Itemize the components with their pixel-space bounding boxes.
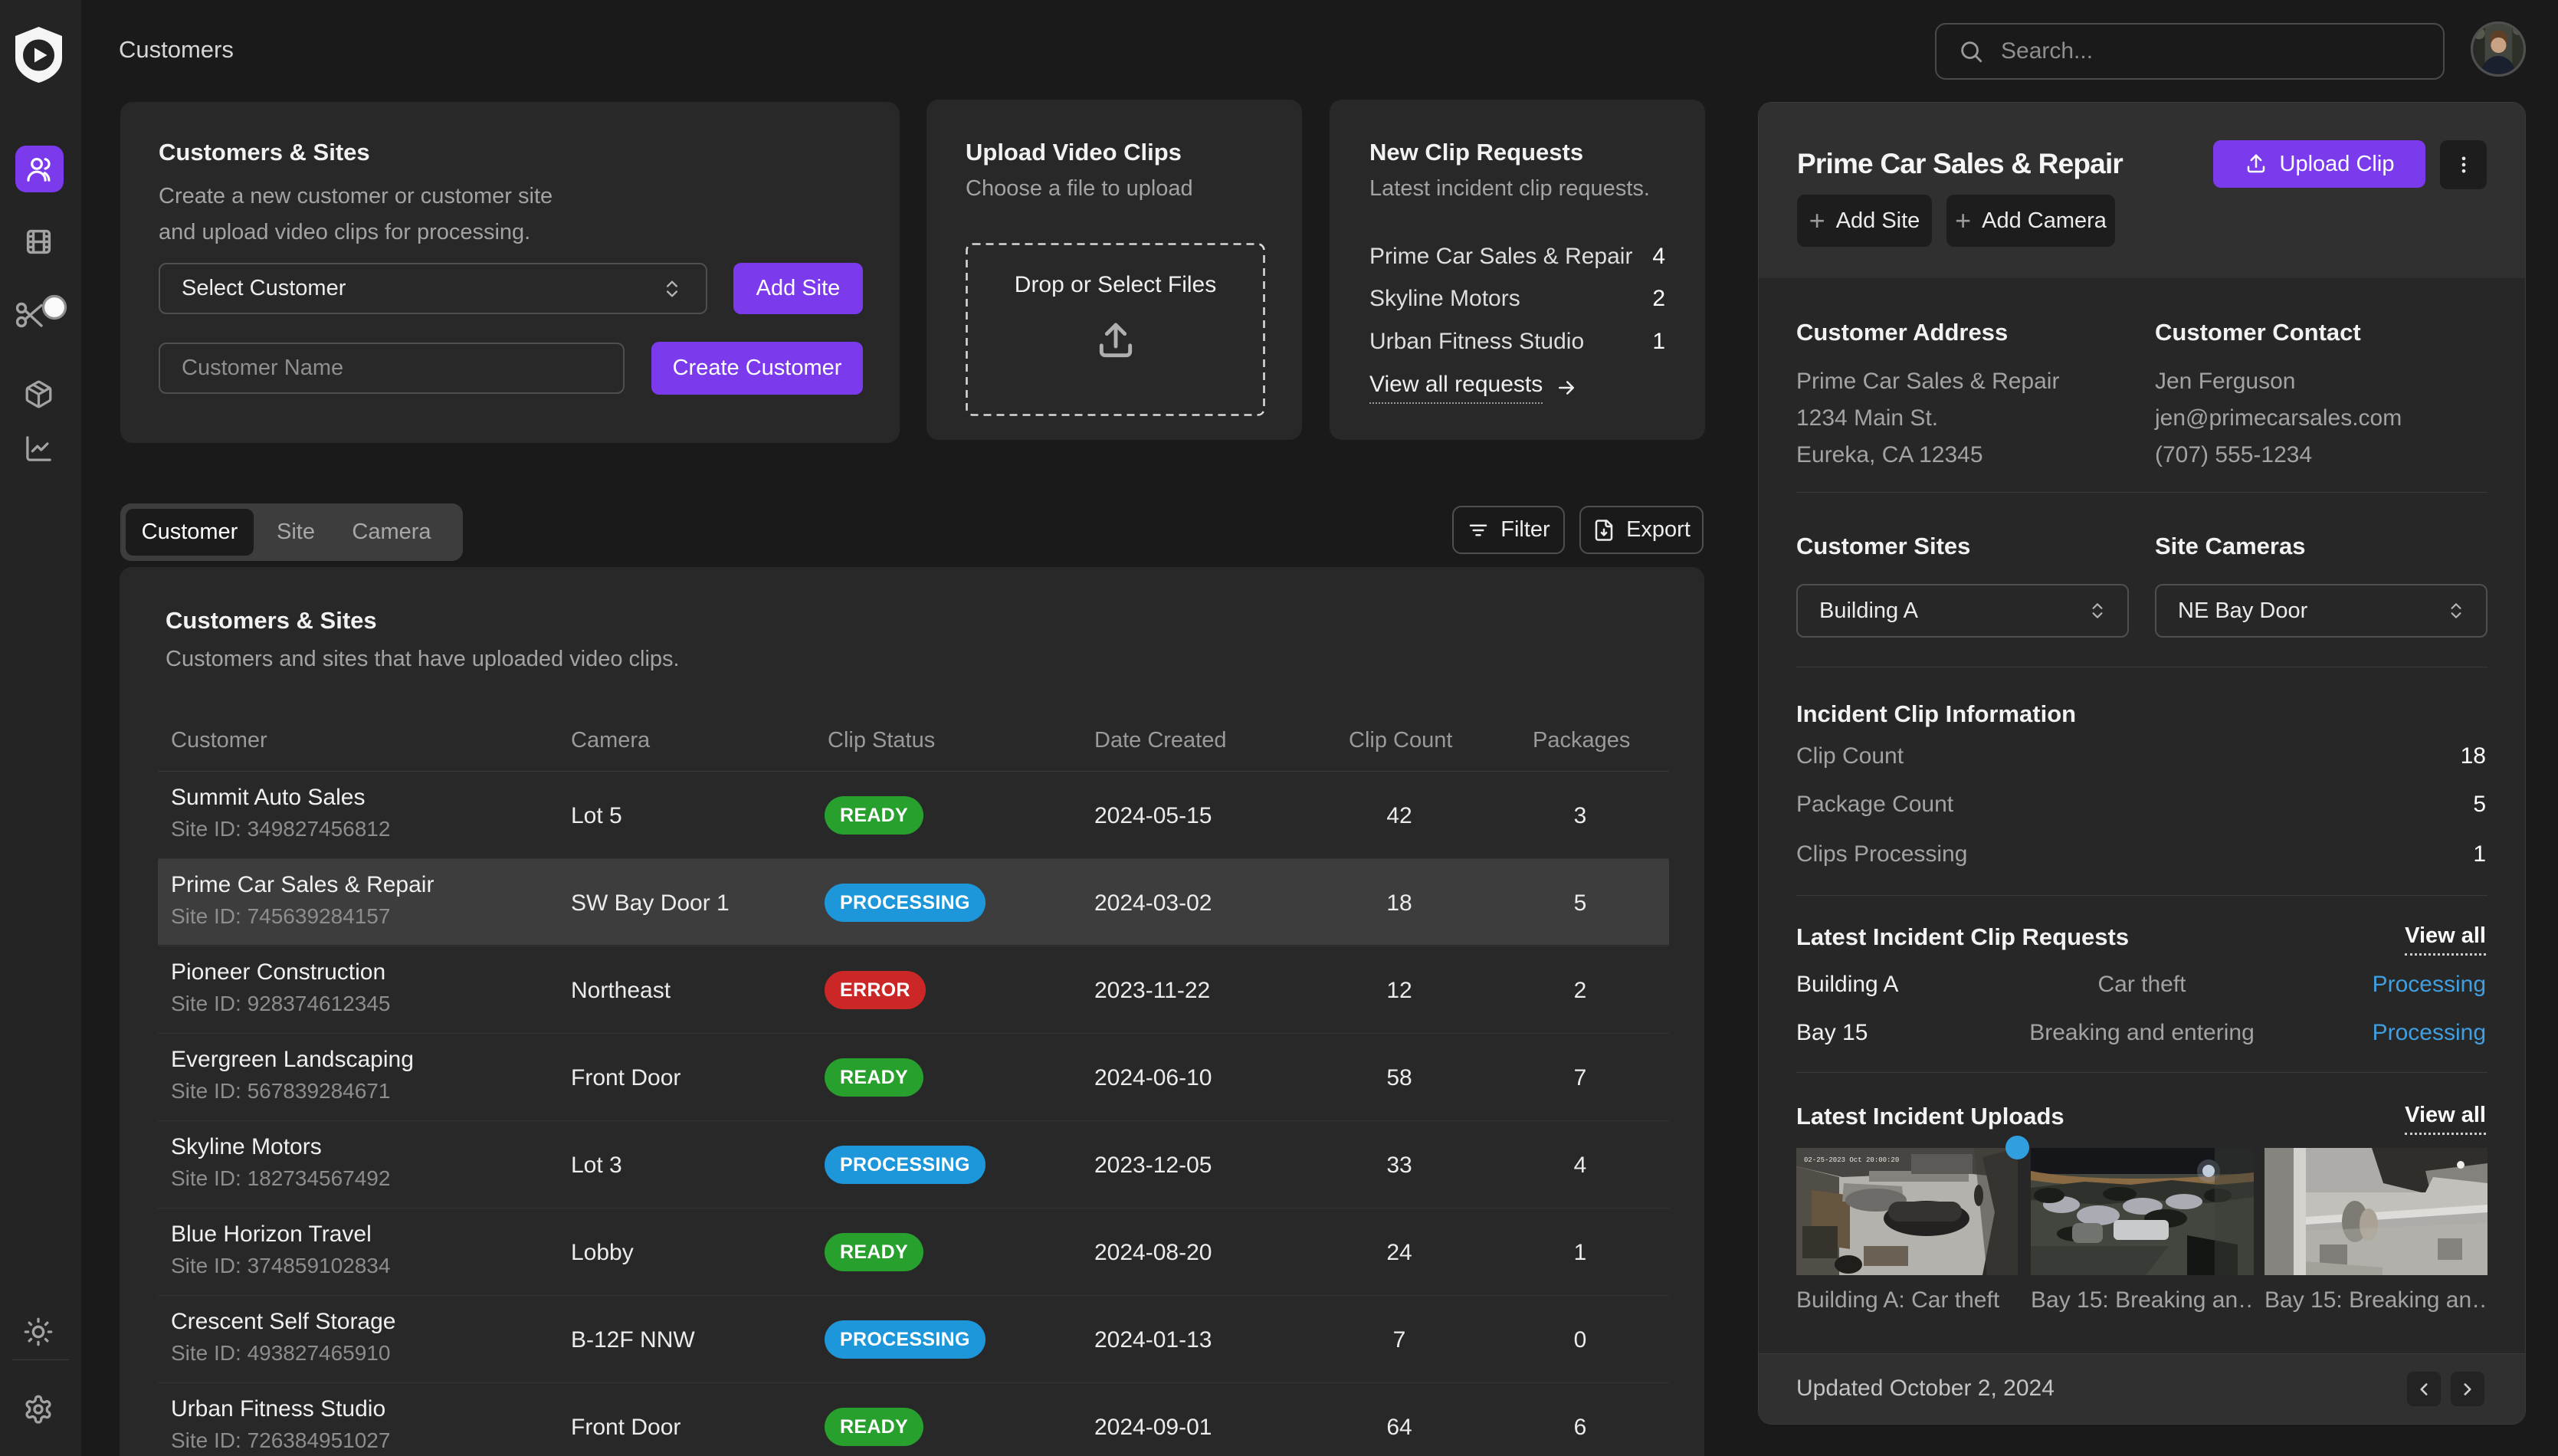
svg-text:02-25-2023 Oct 20:00:20: 02-25-2023 Oct 20:00:20 xyxy=(1804,1156,1899,1164)
